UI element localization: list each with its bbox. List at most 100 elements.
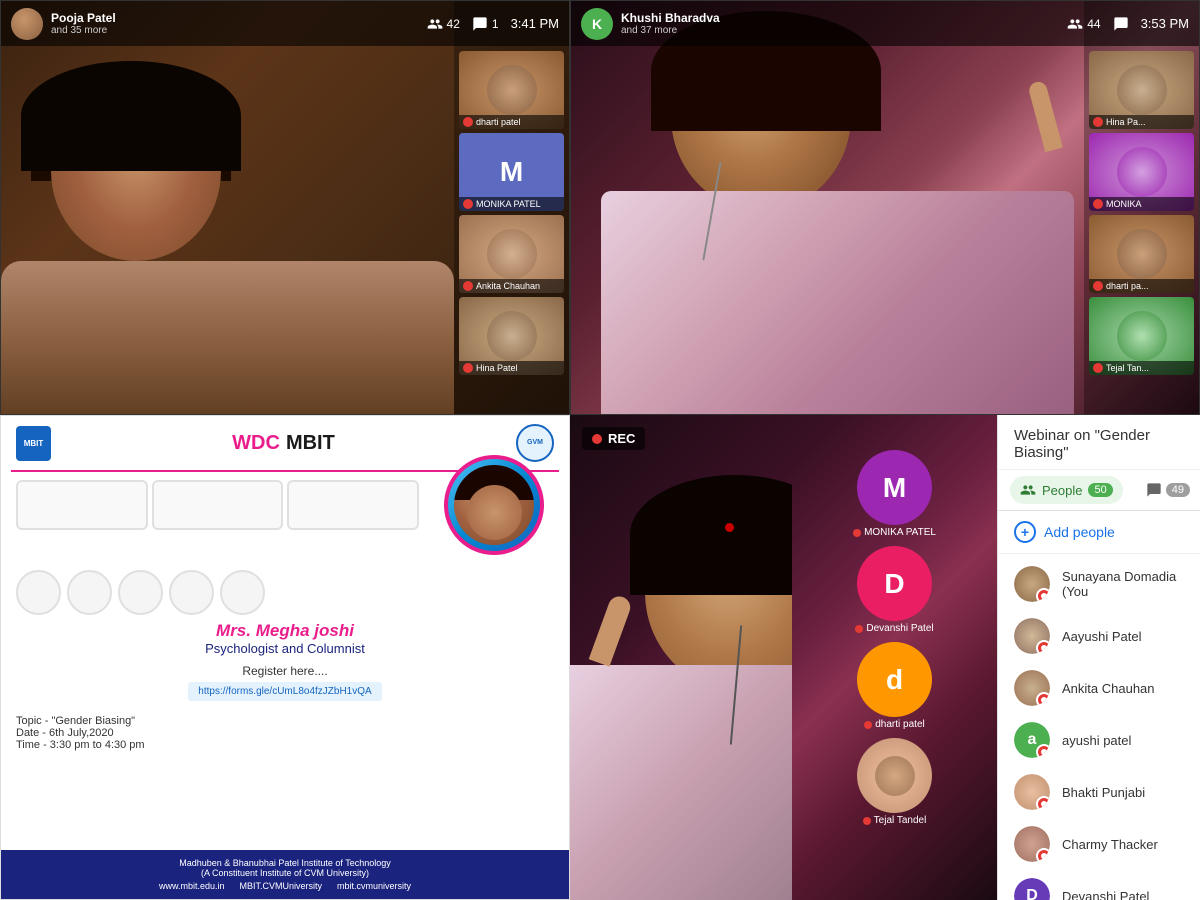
video-participant-name: Tejal Tandel <box>874 815 927 826</box>
speaker-info: Mrs. Megha joshi Psychologist and Column… <box>16 621 554 656</box>
chat-tab-icon <box>1146 482 1162 498</box>
bottom-right-section: M MONIKA PATEL D Devanshi Patel <box>570 415 1200 900</box>
avatar <box>1014 826 1050 862</box>
people-tab-icon <box>1020 482 1036 498</box>
avatar <box>1014 566 1050 602</box>
tab-chat[interactable]: 49 <box>1138 476 1198 504</box>
footer-fb: MBIT.CVMUniversity <box>240 881 323 891</box>
participant-name-label: MONIKA PATEL <box>476 199 541 209</box>
participant-name: Ankita Chauhan <box>1062 681 1184 696</box>
participant-name-label: dharti pa... <box>1106 281 1149 291</box>
poster-footer: Madhuben & Bhanubhai Patel Institute of … <box>1 850 569 899</box>
register-label: Register here.... <box>16 664 554 678</box>
participant-thumb[interactable]: Hina Pa... <box>1089 51 1194 129</box>
speaker-photo-circle <box>444 455 544 555</box>
participant-thumb[interactable]: MONIKA <box>1089 133 1194 211</box>
participant-name-label: Tejal Tan... <box>1106 363 1149 373</box>
deco-box <box>287 480 419 530</box>
webinar-poster: MBIT WDC MBIT GVM <box>0 415 570 900</box>
chat-icon-1 <box>472 16 488 32</box>
rec-badge: REC <box>582 427 645 450</box>
mic-muted-icon <box>1093 363 1103 373</box>
avatar: D <box>1014 878 1050 900</box>
video-participant-name: dharti patel <box>875 719 924 730</box>
participant-thumb[interactable]: M MONIKA PATEL <box>459 133 564 211</box>
deco-circle <box>118 570 163 615</box>
call-time-2: 3:53 PM <box>1141 16 1189 31</box>
participants-list: Sunayana Domadia (You Aayushi Patel <box>998 554 1200 900</box>
participant-name: Bhakti Punjabi <box>1062 785 1184 800</box>
avatar <box>1014 774 1050 810</box>
add-people-button[interactable]: + Add people <box>998 511 1200 554</box>
video-participants: M MONIKA PATEL D Devanshi Patel <box>797 445 992 831</box>
call-stats-1: 42 1 3:41 PM <box>427 16 559 32</box>
mic-muted-icon <box>1093 117 1103 127</box>
footer-line1: Madhuben & Bhanubhai Patel Institute of … <box>16 858 554 868</box>
rec-dot <box>592 434 602 444</box>
participant-name-label: Ankita Chauhan <box>476 281 540 291</box>
footer-insta: mbit.cvmuniversity <box>337 881 411 891</box>
time-line: Time - 3:30 pm to 4:30 pm <box>16 739 554 751</box>
video-participant-name: Devanshi Patel <box>866 623 933 634</box>
add-people-label: Add people <box>1044 524 1115 540</box>
register-area: Register here.... https://forms.gle/cUmL… <box>16 664 554 701</box>
mic-muted-badge <box>1036 640 1050 654</box>
avatar: a <box>1014 722 1050 758</box>
deco-box <box>152 480 284 530</box>
mic-muted-badge <box>1036 796 1050 810</box>
list-item[interactable]: Bhakti Punjabi <box>998 766 1200 818</box>
participant-name: Aayushi Patel <box>1062 629 1184 644</box>
participants-count-1: 42 <box>447 17 460 31</box>
deco-circle <box>220 570 265 615</box>
footer-web: www.mbit.edu.in <box>159 881 225 891</box>
mbit-logo: MBIT <box>16 426 51 461</box>
deco-circle <box>67 570 112 615</box>
poster-body: Mrs. Megha joshi Psychologist and Column… <box>1 472 569 709</box>
participant-thumb[interactable]: Ankita Chauhan <box>459 215 564 293</box>
mic-muted-icon <box>463 363 473 373</box>
list-item[interactable]: D Devanshi Patel <box>998 870 1200 900</box>
wdc-label: WDC <box>232 432 280 455</box>
video-participant-tejal: Tejal Tandel <box>802 738 987 826</box>
call-header-2: K Khushi Bharadva and 37 more 44 3:53 PM <box>571 1 1199 46</box>
participant-thumb[interactable]: dharti patel <box>459 51 564 129</box>
list-item[interactable]: Charmy Thacker <box>998 818 1200 870</box>
participant-name: Sunayana Domadia (You <box>1062 569 1184 599</box>
host-sub-2: and 37 more <box>621 25 720 36</box>
rec-label: REC <box>608 431 635 446</box>
participant-thumb[interactable]: Tejal Tan... <box>1089 297 1194 375</box>
mic-muted-icon <box>1093 199 1103 209</box>
video-participant-name: MONIKA PATEL <box>864 527 936 538</box>
video-participant-monika: M MONIKA PATEL <box>802 450 987 538</box>
host-name-1: Pooja Patel <box>51 11 116 25</box>
participants-count-2: 44 <box>1087 17 1100 31</box>
add-people-icon: + <box>1014 521 1036 543</box>
participant-thumb[interactable]: dharti pa... <box>1089 215 1194 293</box>
call-header-1: Pooja Patel and 35 more 42 1 3:41 PM <box>1 1 569 46</box>
people-count-badge: 50 <box>1088 483 1112 497</box>
register-link[interactable]: https://forms.gle/cUmL8o4fzJZbH1vQA <box>188 682 381 701</box>
mic-muted-icon <box>463 281 473 291</box>
participants-panel: Webinar on "Gender Biasing" People 50 49 <box>997 415 1200 900</box>
speaker-photo-area <box>423 480 555 530</box>
mbit-label: MBIT <box>286 432 335 455</box>
list-item[interactable]: a ayushi patel <box>998 714 1200 766</box>
participant-name: Charmy Thacker <box>1062 837 1184 852</box>
mic-muted-icon <box>463 199 473 209</box>
footer-line2: (A Constituent Institute of CVM Universi… <box>16 868 554 878</box>
participant-name-label: Hina Patel <box>476 363 518 373</box>
mic-muted-icon <box>1093 281 1103 291</box>
mic-muted-badge <box>1036 848 1050 862</box>
chat-icon-2 <box>1113 16 1129 32</box>
video-call-1: Pooja Patel and 35 more 42 1 3:41 PM <box>0 0 570 415</box>
participant-thumb[interactable]: Hina Patel <box>459 297 564 375</box>
avatar <box>1014 618 1050 654</box>
list-item[interactable]: Aayushi Patel <box>998 610 1200 662</box>
tab-people[interactable]: People 50 <box>1010 476 1123 504</box>
call-time-1: 3:41 PM <box>511 16 559 31</box>
list-item[interactable]: Ankita Chauhan <box>998 662 1200 714</box>
list-item[interactable]: Sunayana Domadia (You <box>998 558 1200 610</box>
poster-details: Topic - "Gender Biasing" Date - 6th July… <box>1 709 569 757</box>
topic-line: Topic - "Gender Biasing" <box>16 715 554 727</box>
mic-muted-badge <box>1036 692 1050 706</box>
